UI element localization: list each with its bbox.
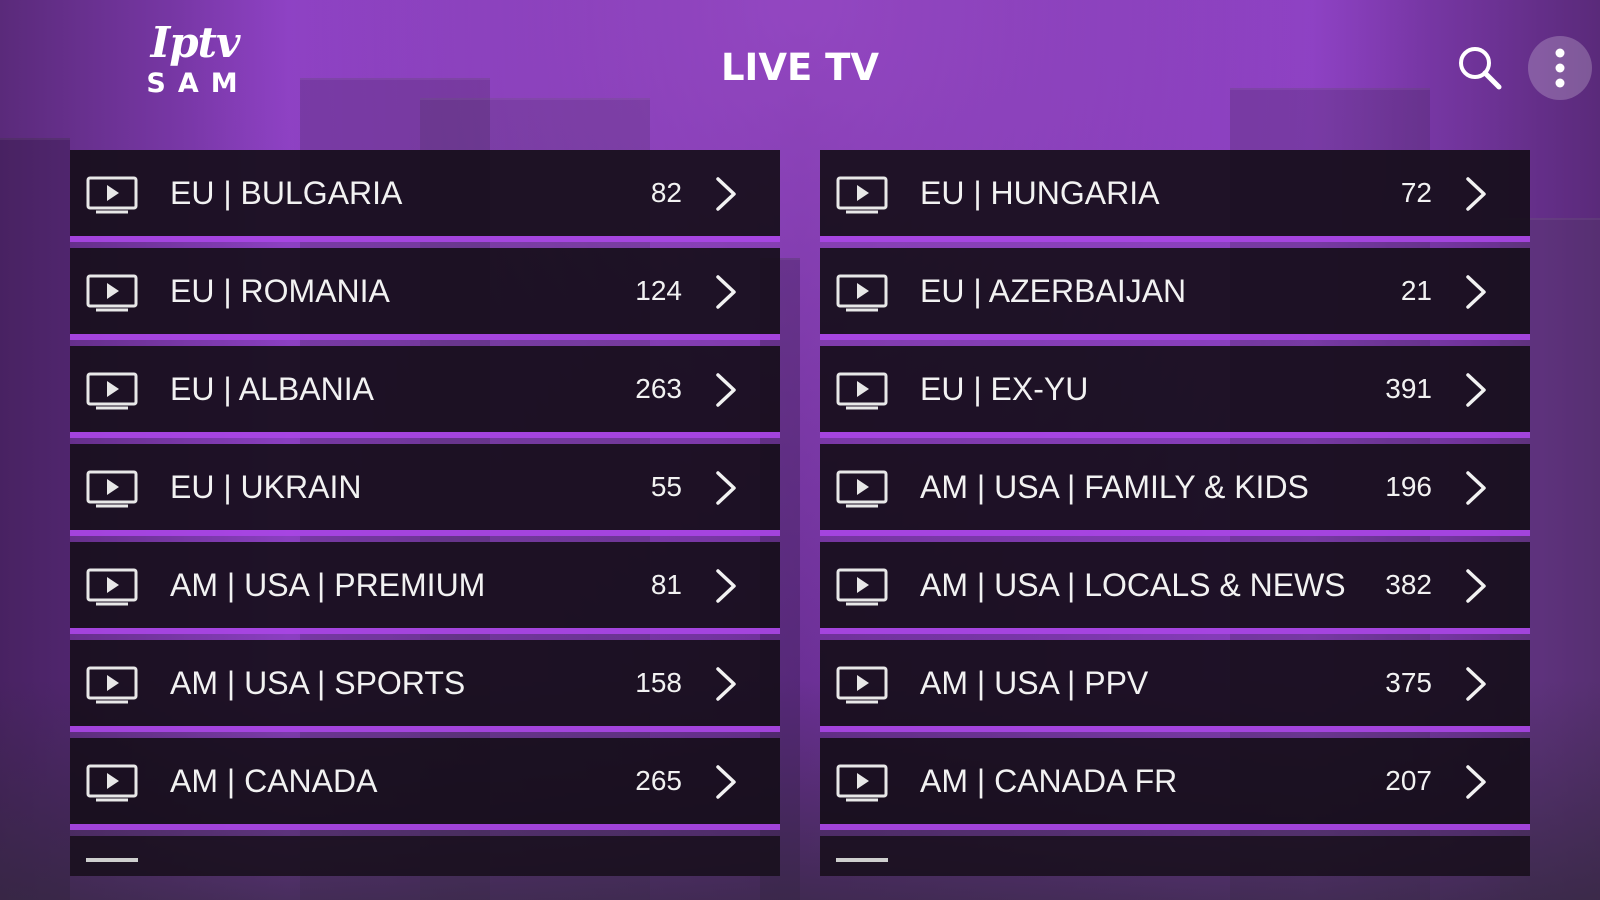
tv-play-icon [836, 470, 888, 508]
category-row[interactable]: AM | USA | PPV 375 [820, 640, 1530, 726]
channel-count: 382 [1385, 569, 1432, 600]
channel-count: 207 [1385, 765, 1432, 796]
tv-play-icon [86, 176, 138, 214]
chevron-right-icon [716, 667, 736, 701]
category-row[interactable]: EU | ROMANIA 124 [70, 248, 780, 334]
tv-play-icon [836, 372, 888, 410]
category-row-partial[interactable] [820, 836, 1530, 876]
tv-play-icon [86, 470, 138, 508]
category-name: AM | USA | SPORTS [170, 665, 466, 701]
tv-play-icon [86, 372, 138, 410]
tv-play-icon [86, 858, 138, 862]
category-name: EU | UKRAIN [170, 469, 362, 505]
chevron-right-icon [1466, 177, 1486, 211]
tv-play-icon [86, 274, 138, 312]
category-row[interactable]: EU | UKRAIN 55 [70, 444, 780, 530]
category-row[interactable]: EU | BULGARIA 82 [70, 150, 780, 236]
category-row[interactable]: AM | USA | LOCALS & NEWS 382 [820, 542, 1530, 628]
more-options-button[interactable] [1528, 36, 1592, 100]
more-vertical-icon [1555, 48, 1565, 88]
channel-count: 375 [1385, 667, 1432, 698]
category-row[interactable]: AM | USA | FAMILY & KIDS 196 [820, 444, 1530, 530]
channel-count: 124 [635, 275, 682, 306]
category-name: AM | CANADA FR [920, 763, 1178, 799]
channel-count: 196 [1385, 471, 1432, 502]
category-row[interactable]: EU | ALBANIA 263 [70, 346, 780, 432]
chevron-right-icon [716, 569, 736, 603]
category-row[interactable]: AM | CANADA 265 [70, 738, 780, 824]
category-row[interactable]: EU | AZERBAIJAN 21 [820, 248, 1530, 334]
chevron-right-icon [1466, 667, 1486, 701]
channel-count: 81 [650, 569, 682, 600]
category-row[interactable]: AM | CANADA FR 207 [820, 738, 1530, 824]
channel-count: 82 [650, 177, 682, 208]
tv-play-icon [836, 858, 888, 862]
tv-play-icon [86, 764, 138, 802]
tv-play-icon [86, 666, 138, 704]
chevron-right-icon [716, 177, 736, 211]
channel-count: 158 [635, 667, 682, 698]
channel-count: 72 [1400, 177, 1432, 208]
chevron-right-icon [1466, 765, 1486, 799]
tv-play-icon [836, 764, 888, 802]
chevron-right-icon [716, 765, 736, 799]
channel-count: 391 [1385, 373, 1432, 404]
page-title: LIVE TV [720, 46, 879, 89]
tv-play-icon [836, 666, 888, 704]
category-name: AM | USA | LOCALS & NEWS [920, 567, 1346, 603]
chevron-right-icon [1466, 275, 1486, 309]
category-row[interactable]: EU | EX-YU 391 [820, 346, 1530, 432]
tv-play-icon [836, 568, 888, 606]
category-name: AM | USA | PPV [920, 665, 1149, 701]
chevron-right-icon [716, 275, 736, 309]
channel-count: 55 [650, 471, 682, 502]
channel-count: 21 [1400, 275, 1432, 306]
category-name: EU | ALBANIA [170, 371, 374, 407]
chevron-right-icon [1466, 569, 1486, 603]
chevron-right-icon [716, 471, 736, 505]
category-row[interactable]: AM | USA | SPORTS 158 [70, 640, 780, 726]
chevron-right-icon [716, 373, 736, 407]
category-name: AM | USA | PREMIUM [170, 567, 486, 603]
category-name: AM | CANADA [170, 763, 378, 799]
tv-play-icon [86, 568, 138, 606]
category-name: EU | EX-YU [920, 371, 1089, 407]
category-name: EU | BULGARIA [170, 175, 403, 211]
channel-count: 265 [635, 765, 682, 796]
chevron-right-icon [1466, 373, 1486, 407]
category-name: EU | HUNGARIA [920, 175, 1160, 211]
chevron-right-icon [1466, 471, 1486, 505]
tv-play-icon [836, 274, 888, 312]
live-tv-screen: Iptv SAM LIVE TV EU | BULGARIA 82 EU | ROM… [0, 0, 1600, 900]
category-row[interactable]: AM | USA | PREMIUM 81 [70, 542, 780, 628]
category-row-partial[interactable] [70, 836, 780, 876]
category-name: EU | AZERBAIJAN [920, 273, 1187, 309]
category-row[interactable]: EU | HUNGARIA 72 [820, 150, 1530, 236]
category-name: AM | USA | FAMILY & KIDS [920, 469, 1309, 505]
channel-count: 263 [635, 373, 682, 404]
search-button[interactable] [1456, 44, 1504, 92]
search-icon [1459, 47, 1502, 90]
tv-play-icon [836, 176, 888, 214]
category-name: EU | ROMANIA [170, 273, 390, 309]
